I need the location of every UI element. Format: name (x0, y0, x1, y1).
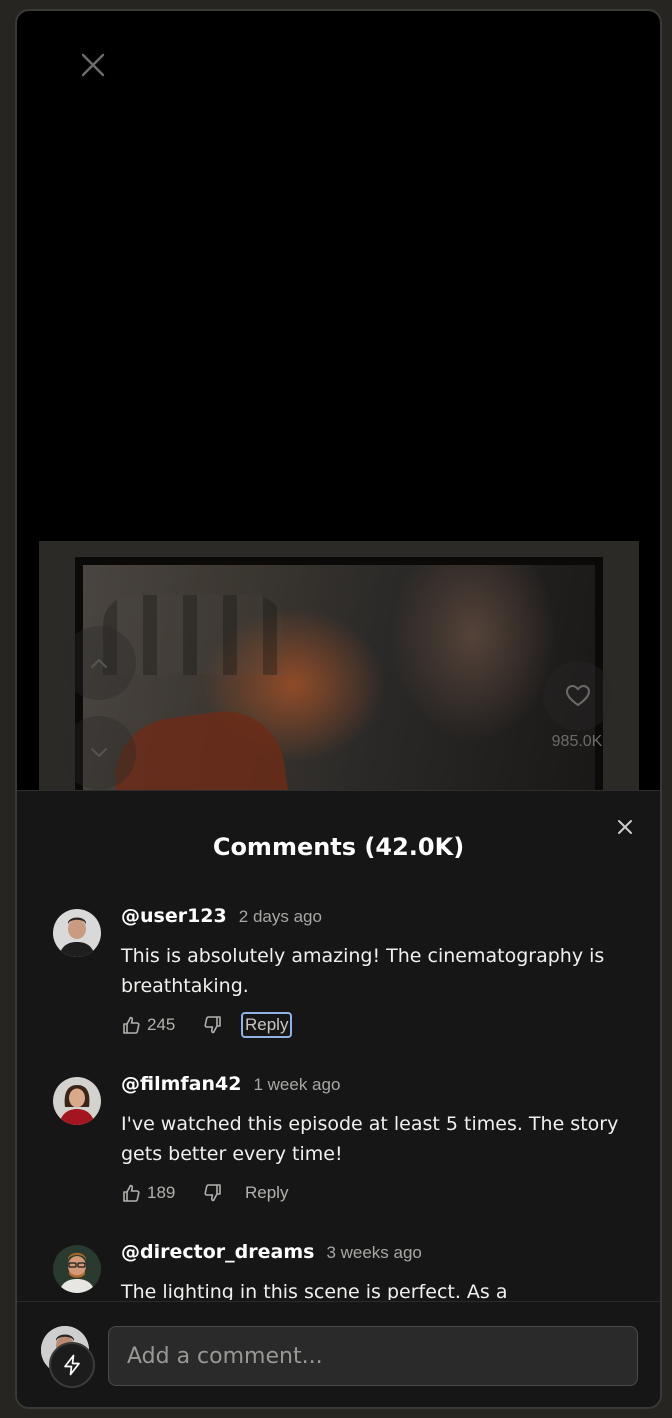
comment-item: @user123 2 days ago This is absolutely a… (53, 905, 633, 1065)
comment-time: 2 days ago (238, 907, 322, 926)
thumbs-down-icon (204, 1184, 221, 1202)
comments-sheet: Comments (42.0K) @user123 2 days ago Thi… (17, 790, 660, 1407)
bolt-icon (64, 1354, 80, 1376)
comments-list[interactable]: @user123 2 days ago This is absolutely a… (17, 901, 660, 1300)
video-player-modal: 985.0K Comments (42.0K) @user123 2 days … (15, 9, 662, 1409)
avatar (53, 1245, 101, 1293)
video-scene-image (83, 565, 595, 817)
reply-button[interactable]: Reply (241, 1012, 293, 1038)
avatar (53, 1077, 101, 1125)
comment-like-count: 189 (147, 1183, 176, 1202)
chevron-up-icon (91, 658, 107, 668)
comment-username[interactable]: @director_dreams (121, 1241, 314, 1263)
avatar (53, 909, 101, 957)
comment-item: @filmfan42 1 week ago I've watched this … (53, 1073, 633, 1233)
comment-composer (17, 1301, 660, 1407)
video-frame (75, 557, 603, 817)
reply-button[interactable]: Reply (241, 1180, 292, 1206)
dislike-comment-button[interactable] (203, 1183, 243, 1203)
comments-title: Comments (42.0K) (212, 833, 465, 861)
like-count: 985.0K (551, 733, 603, 750)
thumbs-up-icon (123, 1184, 140, 1202)
thumbs-up-icon (123, 1016, 140, 1034)
comment-text: This is absolutely amazing! The cinemato… (121, 945, 605, 997)
comment-time: 1 week ago (253, 1075, 341, 1094)
close-icon (81, 53, 105, 77)
like-comment-button[interactable]: 245 (121, 1015, 203, 1035)
comment-text: I've watched this episode at least 5 tim… (121, 1113, 619, 1165)
comment-username[interactable]: @user123 (121, 905, 227, 927)
heart-icon (566, 685, 590, 706)
comment-text: The lighting in this scene is perfect. A… (121, 1281, 508, 1300)
quick-action-button[interactable] (49, 1342, 95, 1388)
chevron-down-icon (91, 748, 107, 758)
like-comment-button[interactable]: 189 (121, 1183, 203, 1203)
comment-input[interactable] (108, 1326, 638, 1386)
next-video-button[interactable] (62, 716, 136, 790)
like-video-button[interactable] (543, 661, 613, 731)
comment-like-count: 245 (147, 1015, 176, 1034)
comment-item: @director_dreams 3 weeks ago The lightin… (53, 1241, 633, 1300)
thumbs-down-icon (204, 1016, 221, 1034)
comment-username[interactable]: @filmfan42 (121, 1073, 241, 1095)
comment-time: 3 weeks ago (326, 1243, 422, 1262)
dislike-comment-button[interactable] (203, 1015, 243, 1035)
close-player-button[interactable] (77, 49, 109, 81)
previous-video-button[interactable] (62, 626, 136, 700)
